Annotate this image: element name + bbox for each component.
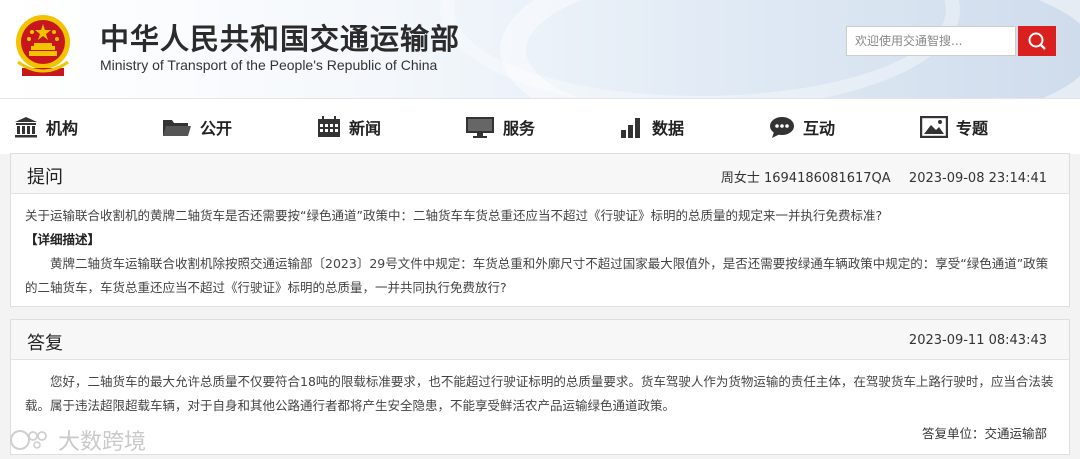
building-icon	[15, 117, 37, 138]
answer-text: 您好，二轴货车的最大允许总质量不仅要符合18吨的限载标准要求，也不能超过行驶证标…	[25, 374, 1054, 413]
nav-item-label: 新闻	[349, 119, 382, 138]
chat-icon	[770, 117, 794, 138]
asker-name: 周女士 1694186081617QA	[720, 171, 891, 186]
nav-item-zhuanti[interactable]: 专题	[920, 99, 988, 155]
watermark-logo-icon	[10, 430, 47, 450]
watermark-text: 大数跨境	[58, 430, 147, 455]
search-input[interactable]: 欢迎使用交通智搜...	[846, 26, 1016, 56]
monitor-icon	[466, 117, 494, 138]
nav-item-label: 机构	[46, 119, 79, 138]
image-icon	[920, 116, 948, 138]
nav-item-jigou[interactable]: 机构	[14, 99, 78, 155]
detail-label: 【详细描述】	[25, 232, 101, 247]
main-nav: 机构 公开 新闻 服务 数据 互动 专题	[0, 98, 1080, 154]
national-emblem-icon[interactable]	[12, 10, 74, 82]
nav-item-gongkai[interactable]: 公开	[162, 99, 232, 155]
question-detail: 黄牌二轴货车运输联合收割机除按照交通运输部〔2023〕29号文件中规定：车货总重…	[25, 256, 1049, 295]
magnifier-icon	[1028, 32, 1046, 50]
site-header: 中华人民共和国交通运输部 Ministry of Transport of th…	[0, 0, 1080, 98]
folder-icon	[163, 120, 191, 136]
site-title-en: Ministry of Transport of the People's Re…	[100, 57, 438, 73]
nav-item-xinwen[interactable]: 新闻	[317, 99, 381, 155]
answer-time: 2023-09-11 08:43:43	[908, 333, 1047, 348]
answer-header: 答复 2023-09-11 08:43:43	[11, 320, 1069, 360]
search-button[interactable]	[1018, 26, 1056, 56]
question-body: 关于运输联合收割机的黄牌二轴货车是否还需要按“绿色通道”政策中：二轴货车车货总重…	[11, 194, 1069, 310]
question-header: 提问 周女士 1694186081617QA 2023-09-08 23:14:…	[11, 154, 1069, 194]
question-panel: 提问 周女士 1694186081617QA 2023-09-08 23:14:…	[10, 153, 1070, 307]
question-summary: 关于运输联合收割机的黄牌二轴货车是否还需要按“绿色通道”政策中：二轴货车车货总重…	[25, 208, 883, 223]
answer-panel: 答复 2023-09-11 08:43:43 您好，二轴货车的最大允许总质量不仅…	[10, 319, 1070, 455]
nav-item-label: 专题	[956, 119, 989, 138]
watermark: 大数跨境	[8, 424, 146, 456]
nav-item-fuwu[interactable]: 服务	[465, 99, 535, 155]
question-meta: 周女士 1694186081617QA 2023-09-08 23:14:41	[721, 167, 1047, 186]
answer-body: 您好，二轴货车的最大允许总质量不仅要符合18吨的限载标准要求，也不能超过行驶证标…	[11, 360, 1069, 428]
site-title-cn[interactable]: 中华人民共和国交通运输部	[100, 16, 460, 58]
reply-unit: 答复单位：交通运输部	[921, 426, 1047, 441]
nav-item-hudong[interactable]: 互动	[769, 99, 835, 155]
nav-item-shuju[interactable]: 数据	[620, 99, 684, 155]
answer-heading: 答复	[27, 333, 63, 354]
nav-item-label: 数据	[652, 119, 685, 138]
nav-item-label: 互动	[803, 119, 836, 138]
question-time: 2023-09-08 23:14:41	[908, 171, 1047, 186]
bar-chart-icon	[621, 118, 640, 138]
nav-item-label: 服务	[503, 119, 536, 138]
nav-item-label: 公开	[200, 119, 233, 138]
question-heading: 提问	[27, 167, 63, 188]
calendar-icon	[318, 116, 340, 137]
